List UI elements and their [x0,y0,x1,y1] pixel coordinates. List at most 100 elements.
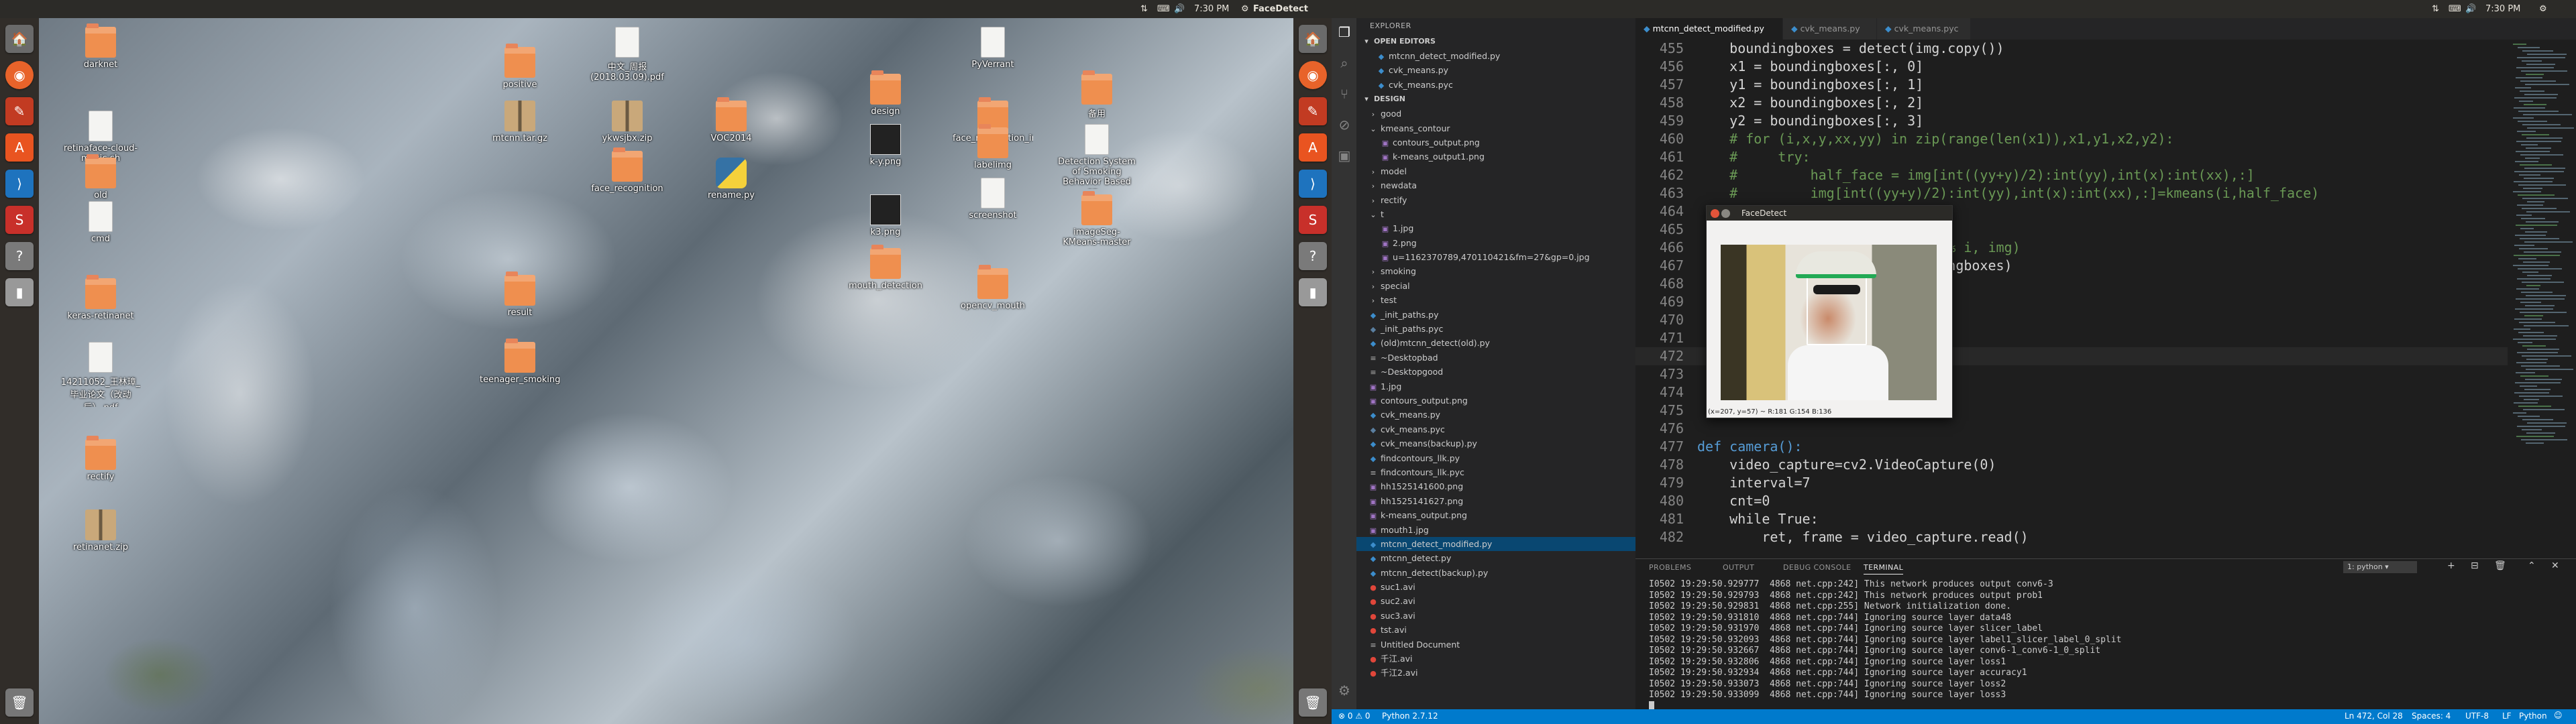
desktop-icon[interactable]: retinaface-cloud-music-sh [60,111,141,164]
desktop-icon[interactable]: mtcnn.tar.gz [480,101,560,143]
desktop-icon[interactable]: teenager_smoking [480,339,560,385]
python-interpreter[interactable]: Python 2.7.12 [1382,711,1438,721]
desktop-icon[interactable]: opencv_mouth [953,265,1033,311]
unknown-app-icon[interactable]: ? [5,242,34,270]
desktop-icon[interactable]: mouth_detection [845,245,926,291]
vscode-icon[interactable]: ⟩ [1299,170,1327,198]
close-panel-icon[interactable]: ✕ [2551,560,2559,571]
tree-file[interactable]: ≡ ~Desktopbad [1356,351,1635,365]
tree-folder[interactable]: ⌄ t [1356,207,1635,221]
home-folder-icon[interactable]: 🏠 [5,25,34,53]
trash-icon[interactable]: 🗑 [1299,688,1327,717]
desktop-icon[interactable]: k-y.png [845,124,926,167]
split-terminal-icon[interactable]: ⊟ [2471,560,2479,571]
home-folder-icon[interactable]: 🏠 [1299,25,1327,53]
desktop-icon[interactable]: keras-retinanet [60,275,141,321]
desktop-icon[interactable]: k3.png [845,194,926,237]
minimap[interactable] [2508,40,2576,549]
tree-file[interactable]: ▣ hh1525141627.png [1356,494,1635,508]
desktop-icon[interactable]: VOC2014 [691,97,771,143]
desktop-icon[interactable]: Detection System of Smoking Behavior Bas… [1057,124,1137,189]
tree-file[interactable]: ▣ 1.jpg [1356,221,1635,235]
facedetect-titlebar[interactable]: FaceDetect [1707,206,1952,221]
tree-file[interactable]: ◆ _init_paths.py [1356,308,1635,322]
minimize-icon[interactable] [1721,209,1730,218]
desktop-icon[interactable]: old [60,154,141,200]
editor-tab[interactable]: ◆ mtcnn_detect_modified.py [1635,18,1783,40]
new-terminal-icon[interactable]: + [2447,560,2455,571]
tree-folder[interactable]: › smoking [1356,264,1635,278]
tree-folder[interactable]: › test [1356,293,1635,307]
sublime-icon[interactable]: S [5,206,34,234]
tree-file[interactable]: ◆ findcontours_llk.py [1356,451,1635,465]
debug-icon[interactable]: ⊘ [1336,116,1353,133]
tree-folder[interactable]: › newdata [1356,178,1635,192]
volume-icon[interactable]: 🔊 [2465,4,2476,14]
desktop-icon[interactable]: darknet [60,23,141,70]
software-center-icon[interactable]: A [5,133,34,162]
tree-file[interactable]: ▣ hh1525141600.png [1356,479,1635,493]
tree-folder[interactable]: › model [1356,164,1635,178]
settings-icon[interactable]: ✎ [5,97,34,125]
tree-file[interactable]: ◆ (old)mtcnn_detect(old).py [1356,336,1635,350]
tree-folder[interactable]: › rectify [1356,193,1635,207]
tree-file[interactable]: ▣ k-means_output1.png [1356,149,1635,164]
tree-file[interactable]: ▣ 1.jpg [1356,379,1635,394]
keyboard-icon[interactable]: ⌨ [1157,4,1170,14]
tree-file[interactable]: ● suc2.avi [1356,594,1635,608]
desktop-icon[interactable]: screenshot [953,178,1033,221]
cursor-position[interactable]: Ln 472, Col 28 [2345,711,2403,721]
volume-icon[interactable]: 🔊 [1174,4,1185,14]
open-editor-item[interactable]: ◆ cvk_means.py [1356,63,1635,77]
open-editor-item[interactable]: ◆ cvk_means.pyc [1356,78,1635,92]
tree-file[interactable]: ◆ cvk_means.py [1356,408,1635,422]
unknown-app-icon[interactable]: ? [1299,242,1327,270]
editor-tab[interactable]: ◆ cvk_means.py [1783,18,1877,40]
tree-file[interactable]: ● suc3.avi [1356,609,1635,623]
tree-file[interactable]: ● suc1.avi [1356,580,1635,594]
sublime-icon[interactable]: S [1299,206,1327,234]
tree-folder[interactable]: › special [1356,279,1635,293]
problems-indicator[interactable]: ⊗ 0 ⚠ 0 [1338,711,1371,721]
eol[interactable]: LF [2502,711,2512,721]
firefox-icon[interactable]: ◉ [1299,61,1327,89]
tree-file[interactable]: ● tst.avi [1356,623,1635,637]
gear-icon[interactable]: ⚙ [2539,4,2547,14]
tree-file[interactable]: ▣ contours_output.png [1356,394,1635,408]
panel-tab[interactable]: OUTPUT [1723,563,1754,572]
smiley-feedback-icon[interactable]: ☺ [2554,711,2563,720]
open-editor-item[interactable]: ◆ mtcnn_detect_modified.py [1356,49,1635,63]
tree-file[interactable]: ≡ Untitled Document [1356,638,1635,652]
desktop-icon[interactable]: rectify [60,436,141,482]
network-icon[interactable]: ⇅ [2432,4,2439,14]
firefox-icon[interactable]: ◉ [5,61,34,89]
facedetect-window[interactable]: FaceDetect (x=207, y=57) ~ R:181 G:154 B… [1706,205,1953,418]
gear-icon[interactable]: ⚙ [1241,4,1249,14]
extensions-icon[interactable]: ▣ [1336,147,1353,164]
settings-icon[interactable]: ✎ [1299,97,1327,125]
open-editors-header[interactable]: ▾ OPEN EDITORS [1356,34,1635,49]
desktop-icon[interactable]: imageSeg-KMeans-master [1057,191,1137,247]
maximize-panel-icon[interactable]: ⌃ [2528,560,2536,571]
panel-tab[interactable]: TERMINAL [1864,563,1904,575]
desktop-icon[interactable]: result [480,272,560,318]
desktop-icon[interactable]: ykwsjbx.zip [587,101,667,143]
desktop-icon[interactable]: design [845,70,926,117]
desktop-icon[interactable]: PyVerrant [953,27,1033,70]
close-icon[interactable] [1711,209,1719,218]
terminal-select[interactable]: 1: python ▾ [2343,561,2417,573]
desktop-icon[interactable]: rename.py [691,158,771,200]
tree-file[interactable]: ◆ cvk_means.pyc [1356,422,1635,436]
panel-tab[interactable]: DEBUG CONSOLE [1783,563,1851,572]
tree-file[interactable]: ● 千江2.avi [1356,666,1635,680]
trash-icon[interactable]: 🗑 [5,688,34,717]
panel-tab[interactable]: PROBLEMS [1649,563,1691,572]
search-icon[interactable]: ⌕ [1336,54,1353,72]
desktop-icon[interactable]: cmd [60,201,141,244]
desktop-icon[interactable]: face_recognition [587,147,667,194]
tree-file[interactable]: ▣ contours_output.png [1356,135,1635,149]
editor-tab[interactable]: ◆ cvk_means.pyc [1877,18,1971,40]
desktop-icon[interactable]: positive [480,44,560,90]
tree-file[interactable]: ◆ mtcnn_detect.py [1356,551,1635,565]
tree-file[interactable]: ≡ findcontours_llk.pyc [1356,465,1635,479]
